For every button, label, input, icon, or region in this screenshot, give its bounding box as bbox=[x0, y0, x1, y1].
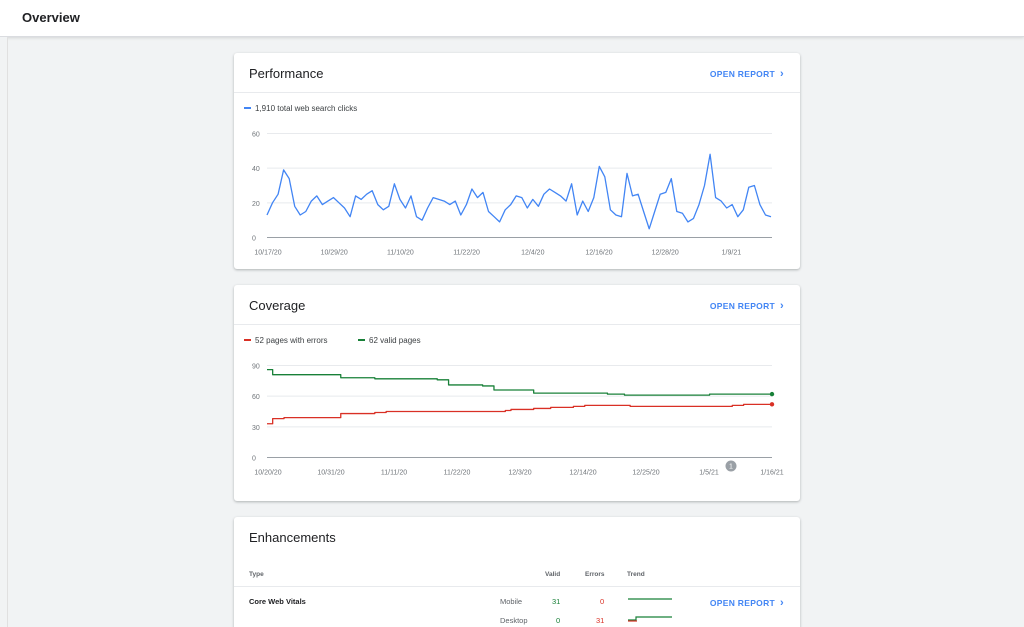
legend-errors-label: 52 pages with errors bbox=[255, 336, 328, 345]
chevron-right-icon: › bbox=[780, 597, 784, 609]
left-rail bbox=[0, 37, 8, 627]
row-valid-desktop: 0 bbox=[556, 616, 561, 625]
performance-open-report-label: OPEN REPORT bbox=[709, 69, 776, 79]
legend-clicks-label: 1,910 total web search clicks bbox=[255, 104, 358, 113]
legend-valid[interactable]: 62 valid pages bbox=[358, 336, 421, 345]
y-tick-label: 60 bbox=[252, 132, 260, 139]
series-line-0 bbox=[266, 153, 772, 230]
col-header-type: Type bbox=[249, 571, 264, 578]
x-tick-label: 10/17/20 bbox=[254, 250, 281, 257]
x-tick-label: 11/11/20 bbox=[381, 470, 407, 477]
x-tick-label: 11/22/20 bbox=[453, 250, 480, 257]
performance-card: Performance OPEN REPORT › 1,910 total web… bbox=[234, 53, 800, 269]
x-tick-label: 10/29/20 bbox=[321, 250, 348, 257]
y-tick-label: 60 bbox=[252, 394, 260, 401]
y-tick-label: 40 bbox=[252, 166, 260, 173]
legend-swatch-clicks bbox=[244, 106, 251, 109]
x-tick-label: 1/5/21 bbox=[699, 470, 719, 477]
chevron-right-icon: › bbox=[780, 300, 784, 312]
x-tick-label: 1/9/21 bbox=[722, 250, 742, 257]
x-tick-label: 10/31/20 bbox=[317, 470, 344, 477]
page-title: Overview bbox=[22, 10, 80, 25]
x-tick-label: 12/14/20 bbox=[569, 470, 596, 477]
enhancements-card: Enhancements Type Valid Errors Trend Cor… bbox=[234, 517, 800, 627]
x-tick-label: 12/3/20 bbox=[508, 470, 531, 477]
performance-card-header: Performance OPEN REPORT › bbox=[234, 53, 800, 93]
x-tick-label: 12/25/20 bbox=[632, 470, 659, 477]
col-header-trend: Trend bbox=[627, 571, 645, 578]
coverage-card-header: Coverage OPEN REPORT › bbox=[234, 285, 800, 325]
coverage-card: Coverage OPEN REPORT › 52 pages with erro… bbox=[234, 285, 800, 501]
legend-clicks[interactable]: 1,910 total web search clicks bbox=[244, 104, 357, 113]
performance-chart[interactable]: 0 20 40 60 10/17/20 10/29/20 11/10/20 11/22/20 1… bbox=[234, 119, 800, 269]
performance-open-report-link[interactable]: OPEN REPORT › bbox=[710, 68, 784, 80]
series-end-dot-0 bbox=[769, 391, 775, 397]
x-tick-label: 11/10/20 bbox=[387, 250, 414, 257]
row-type-core-web-vitals[interactable]: Core Web Vitals bbox=[249, 597, 306, 606]
col-header-valid: Valid bbox=[545, 571, 561, 578]
row-errors-mobile: 0 bbox=[600, 597, 605, 606]
row-valid-mobile: 31 bbox=[552, 597, 561, 606]
table-header-divider bbox=[234, 586, 800, 587]
series-line-1 bbox=[267, 403, 772, 425]
series-line-0 bbox=[267, 368, 772, 396]
x-tick-label: 12/16/20 bbox=[585, 250, 612, 257]
enhancements-open-report-link[interactable]: OPEN REPORT › bbox=[710, 597, 784, 609]
row-errors-desktop: 31 bbox=[596, 616, 605, 625]
y-tick-label: 20 bbox=[252, 201, 260, 208]
legend-errors[interactable]: 52 pages with errors bbox=[244, 336, 327, 345]
x-tick-label: 11/22/20 bbox=[444, 470, 471, 477]
row-device-desktop: Desktop bbox=[500, 616, 528, 625]
chevron-right-icon: › bbox=[780, 68, 784, 80]
y-tick-label: 90 bbox=[252, 364, 260, 371]
y-tick-label: 30 bbox=[252, 425, 260, 432]
coverage-open-report-label: OPEN REPORT bbox=[709, 301, 776, 311]
coverage-title: Coverage bbox=[249, 298, 306, 313]
enhancements-open-report-label: OPEN REPORT bbox=[709, 598, 776, 608]
x-tick-label: 12/4/20 bbox=[521, 250, 544, 257]
x-tick-label: 10/20/20 bbox=[254, 470, 281, 477]
coverage-open-report-link[interactable]: OPEN REPORT › bbox=[710, 300, 784, 312]
annotation-marker-label: 1 bbox=[729, 464, 733, 471]
y-tick-label: 0 bbox=[252, 456, 256, 463]
enhancements-title: Enhancements bbox=[249, 530, 336, 545]
legend-swatch-valid bbox=[358, 338, 365, 341]
performance-title: Performance bbox=[249, 66, 324, 81]
legend-swatch-errors bbox=[244, 338, 251, 341]
y-tick-label: 0 bbox=[252, 236, 256, 243]
trend-sparkline-desktop bbox=[628, 616, 672, 622]
trend-sparkline-mobile bbox=[628, 598, 672, 600]
row-device-mobile: Mobile bbox=[500, 597, 523, 606]
x-tick-label: 12/28/20 bbox=[652, 250, 679, 257]
top-bar: Overview bbox=[0, 0, 1024, 37]
x-tick-label: 1/16/21 bbox=[760, 470, 783, 477]
coverage-chart[interactable]: 0 30 60 90 10/20/20 10/31/20 11/11/20 11/22/20 1… bbox=[234, 351, 800, 501]
series-end-dot-1 bbox=[769, 402, 775, 407]
col-header-errors: Errors bbox=[585, 571, 605, 578]
legend-valid-label: 62 valid pages bbox=[369, 336, 421, 345]
enhancements-card-header: Enhancements bbox=[234, 517, 800, 557]
